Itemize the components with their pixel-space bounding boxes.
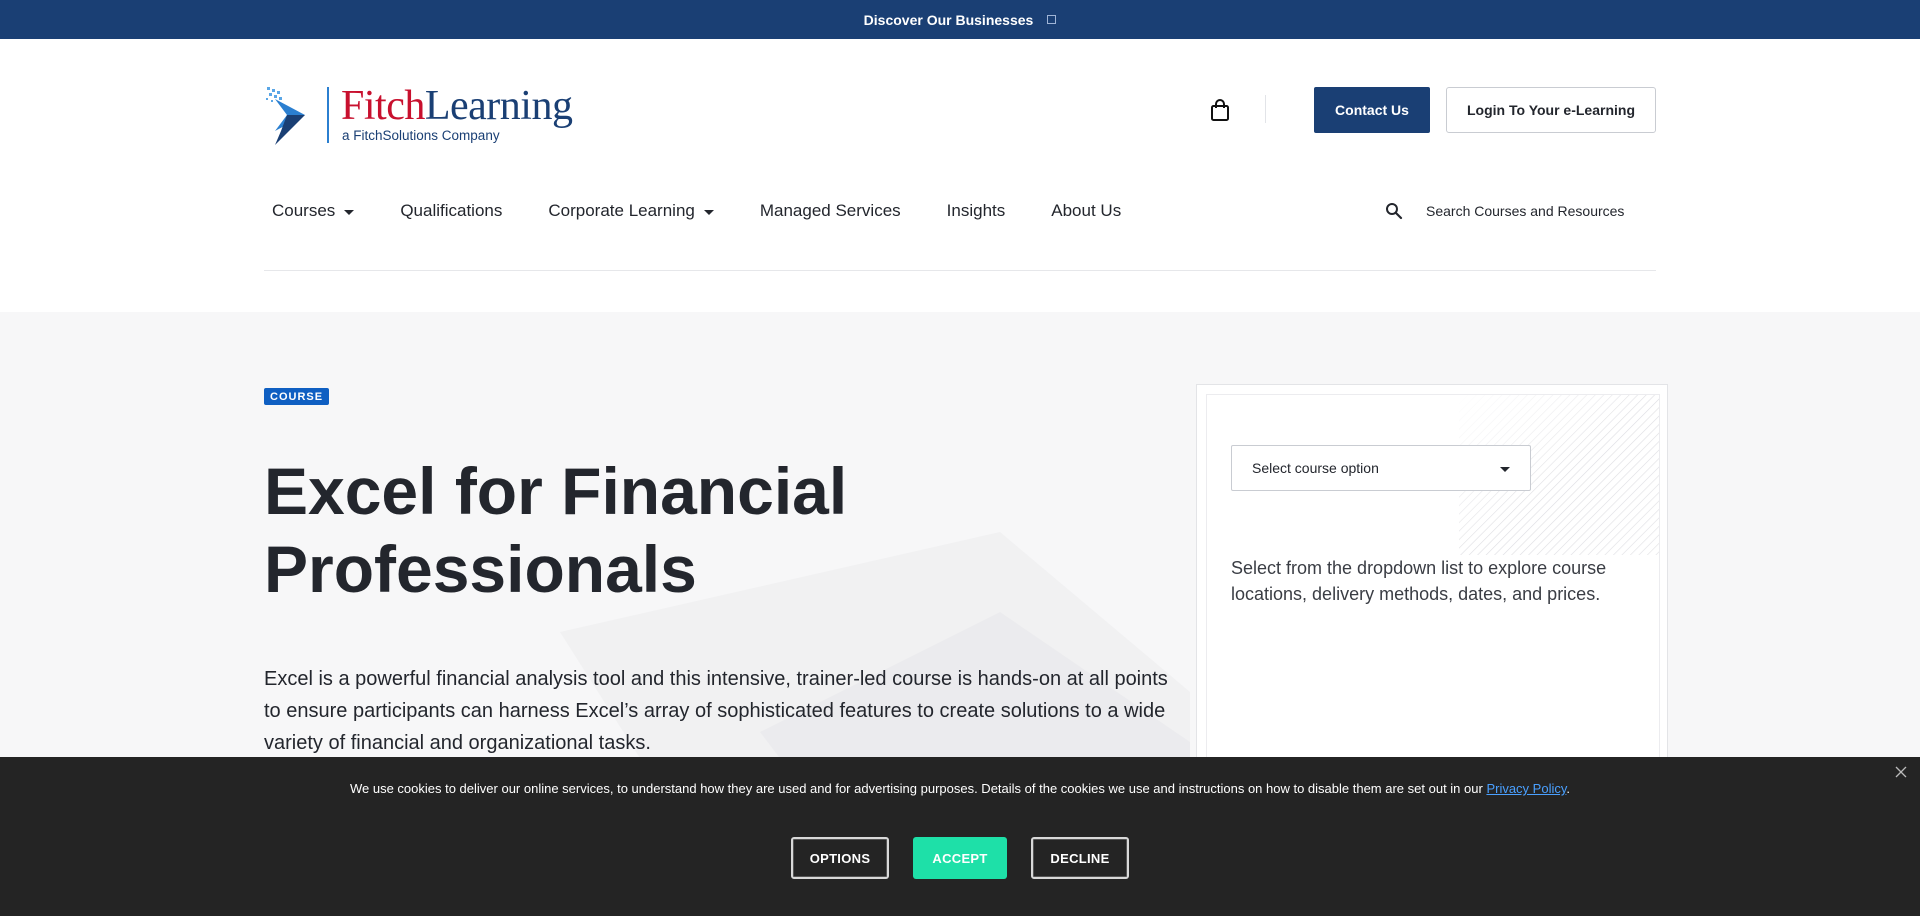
site-search bbox=[1385, 199, 1657, 223]
nav-item-label: Corporate Learning bbox=[548, 201, 695, 220]
login-elearning-button[interactable]: Login To Your e-Learning bbox=[1446, 87, 1656, 133]
cookie-decline-button[interactable]: DECLINE bbox=[1031, 837, 1129, 879]
nav-item-qualifications[interactable]: Qualifications bbox=[400, 201, 502, 221]
close-icon[interactable] bbox=[1894, 765, 1908, 779]
logo-wordmark-fitch: Fitch bbox=[341, 83, 425, 129]
nav-item-corporate-learning[interactable]: Corporate Learning bbox=[548, 201, 714, 221]
fitch-learning-logo[interactable]: FitchLearning a FitchSolutions Company bbox=[265, 83, 573, 145]
cookie-actions: OPTIONS ACCEPT DECLINE bbox=[0, 837, 1920, 879]
cookie-message-text: We use cookies to deliver our online ser… bbox=[349, 781, 1483, 796]
course-option-select-value: Select course option bbox=[1252, 460, 1379, 476]
cookie-consent-banner: We use cookies to deliver our online ser… bbox=[0, 757, 1920, 916]
cookie-message-end: . bbox=[1566, 781, 1571, 796]
cookie-options-button[interactable]: OPTIONS bbox=[791, 837, 889, 879]
nav-item-managed-services[interactable]: Managed Services bbox=[760, 201, 901, 221]
chevron-down-icon bbox=[703, 209, 714, 215]
course-option-select[interactable]: Select course option bbox=[1231, 445, 1531, 491]
search-icon[interactable] bbox=[1385, 202, 1403, 220]
nav-item-label: Managed Services bbox=[759, 201, 901, 220]
page-title: Excel for Financial Professionals bbox=[264, 454, 848, 606]
cookie-accept-button[interactable]: ACCEPT bbox=[913, 837, 1007, 879]
logo-divider bbox=[327, 87, 329, 143]
nav-item-label: Insights bbox=[946, 201, 1006, 220]
nav-item-courses[interactable]: Courses bbox=[272, 201, 355, 221]
logo-tagline: a FitchSolutions Company bbox=[342, 128, 500, 143]
top-announcement-bar: Discover Our Businesses bbox=[0, 0, 1920, 39]
nav-item-insights[interactable]: Insights bbox=[947, 201, 1006, 221]
cookie-message: We use cookies to deliver our online ser… bbox=[0, 781, 1920, 796]
main-nav: Courses Qualifications Corporate Learnin… bbox=[272, 199, 1167, 223]
chevron-down-icon bbox=[344, 209, 355, 215]
contact-us-button[interactable]: Contact Us bbox=[1314, 87, 1430, 133]
privacy-policy-link[interactable]: Privacy Policy bbox=[1486, 781, 1566, 796]
logo-wordmark-learning: Learning bbox=[424, 83, 573, 129]
nav-item-label: Qualifications bbox=[400, 201, 503, 220]
logo-chevron-icon bbox=[266, 87, 305, 145]
course-description: Excel is a powerful financial analysis t… bbox=[264, 668, 1168, 754]
shopping-bag-icon[interactable] bbox=[1210, 99, 1230, 121]
header-divider-line bbox=[264, 270, 1656, 271]
nav-item-about-us[interactable]: About Us bbox=[1051, 201, 1121, 221]
chevron-down-icon bbox=[1500, 466, 1510, 472]
logo-wordmark: FitchLearning bbox=[341, 82, 573, 130]
search-input[interactable] bbox=[1426, 203, 1646, 219]
nav-item-label: Courses bbox=[272, 201, 336, 220]
discover-businesses-link[interactable]: Discover Our Businesses bbox=[864, 12, 1034, 28]
site-header: FitchLearning a FitchSolutions Company C… bbox=[0, 39, 1920, 312]
header-divider bbox=[1265, 95, 1266, 123]
content-type-badge: COURSE bbox=[264, 388, 330, 405]
external-link-icon[interactable] bbox=[1047, 15, 1057, 24]
course-option-help-text: Select from the dropdown list to explore… bbox=[1231, 558, 1607, 604]
nav-item-label: About Us bbox=[1051, 201, 1122, 220]
